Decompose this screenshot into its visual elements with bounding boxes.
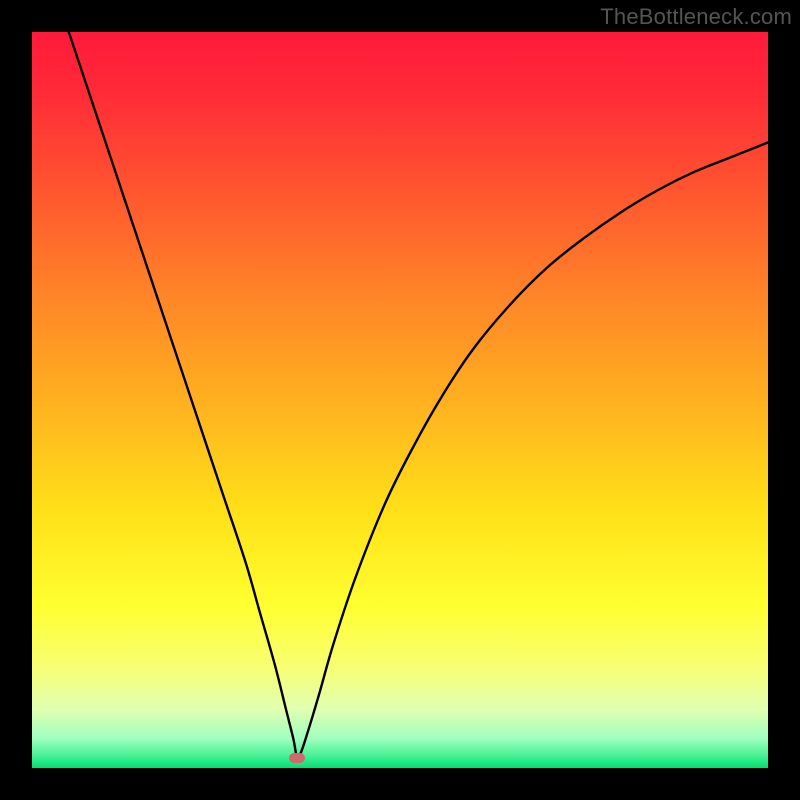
optimal-point-marker	[289, 753, 305, 763]
chart-svg	[32, 32, 768, 768]
watermark-text: TheBottleneck.com	[600, 4, 792, 30]
chart-background	[32, 32, 768, 768]
chart-frame	[32, 32, 768, 768]
